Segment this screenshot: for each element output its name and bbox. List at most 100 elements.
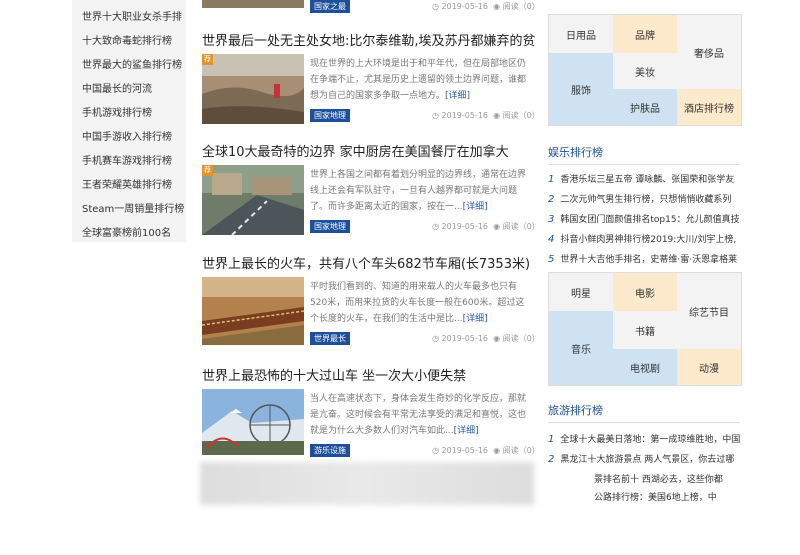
article-meta: ◷ 2019-05-16 ◉ 阅读（0） <box>432 2 540 11</box>
desert-image <box>202 54 304 124</box>
category-cell[interactable]: 动漫 <box>677 349 741 385</box>
rank-number: 1 <box>548 434 555 445</box>
ranking-item[interactable]: 3 韩国女团门面颜值排名top15：允儿颜值真技 <box>548 212 740 225</box>
rank-text: 公路排行榜：美国6地上榜，中 <box>594 493 717 503</box>
rollercoaster-image <box>202 389 304 455</box>
category-cell[interactable]: 奢侈品 <box>677 15 741 89</box>
category-cell[interactable]: 电影 <box>613 273 677 311</box>
category-cell[interactable]: 日用品 <box>549 15 613 53</box>
left-nav-item[interactable]: 全球富豪榜前100名 <box>82 224 171 239</box>
article-list: 国家之最 ◷ 2019-05-16 ◉ 阅读（0） 世界最后一处无主处女地:比尔… <box>200 0 540 505</box>
left-nav-item[interactable]: 手机赛车游戏排行榜 <box>82 152 172 167</box>
category-cell[interactable]: 护肤品 <box>613 89 677 125</box>
left-nav: 世界十大职业女杀手排 十大致命毒蛇排行榜 世界最大的鲨鱼排行榜 中国最长的河流 … <box>72 0 186 242</box>
rank-text: 韩国女团门面颜值排名top15：允儿颜值真技 <box>560 215 740 225</box>
article-excerpt: 现在世界的上大环境是出于和平年代，但在局部地区仍在争端不止，尤其是历史上遗留的领… <box>310 56 530 104</box>
left-nav-item[interactable]: 世界十大职业女杀手排 <box>82 8 182 23</box>
rank-number: 5 <box>548 254 555 265</box>
article-date: 2019-05-16 <box>441 334 489 343</box>
article-excerpt-text: 世界上各国之间都有着划分明显的边界线，通常在边界线上还会有军队驻守，一旦有人越界… <box>310 170 527 212</box>
article-meta: ◷ 2019-05-16 ◉ 阅读（0） <box>432 446 540 455</box>
recommend-badge: 荐 <box>202 54 213 65</box>
article-tag[interactable]: 国家之最 <box>310 0 350 13</box>
street-image <box>202 165 304 235</box>
ranking-item[interactable]: 1 香港乐坛三星五帝 谭咏麟、张国荣和张学友 <box>548 172 740 185</box>
rank-number: 2 <box>548 194 555 205</box>
article-more-link[interactable]: [详细] <box>463 314 488 324</box>
rank-number: 4 <box>548 234 555 245</box>
article-excerpt: 当人在高速状态下，身体会发生奇妙的化学反应，那就是亢奋。这时候会有平常无法享受的… <box>310 391 530 439</box>
ranking-item[interactable]: 景排名前十 西湖必去，这些你都 <box>548 472 780 485</box>
category-cell[interactable]: 音乐 <box>549 311 613 385</box>
article-more-link[interactable]: [详细] <box>445 91 470 101</box>
article-tag[interactable]: 国家地理 <box>310 109 350 122</box>
article-date: 2019-05-16 <box>441 2 489 11</box>
left-nav-item[interactable]: 世界最大的鲨鱼排行榜 <box>82 56 182 71</box>
article-thumbnail[interactable] <box>202 0 304 8</box>
article-excerpt-text: 当人在高速状态下，身体会发生奇妙的化学反应，那就是亢奋。这时候会有平常无法享受的… <box>310 394 527 436</box>
ranking-item[interactable]: 公路排行榜：美国6地上榜，中 <box>548 490 780 503</box>
article-title[interactable]: 世界上最恐怖的十大过山车 坐一次大小便失禁 <box>202 365 466 384</box>
article-thumbnail[interactable]: 荐 <box>202 165 304 235</box>
category-cell[interactable]: 明星 <box>549 273 613 311</box>
category-cell[interactable]: 美妆 <box>613 53 677 89</box>
category-cell[interactable]: 酒店排行榜 <box>677 89 741 125</box>
category-grid: 明星 电影 综艺节目 音乐 书籍 电视剧 动漫 <box>548 272 742 386</box>
ranking-item[interactable]: 4 抖音小鲜肉男神排行榜2019:大川/刘宇上榜, <box>548 232 740 245</box>
article-more-link[interactable]: [详细] <box>463 202 488 212</box>
article-title[interactable]: 世界最后一处无主处女地:比尔泰维勒,埃及苏丹都嫌弃的贫 <box>202 30 536 49</box>
article-meta: ◷ 2019-05-16 ◉ 阅读（0） <box>432 334 540 343</box>
left-nav-item[interactable]: 十大致命毒蛇排行榜 <box>82 32 172 47</box>
article-title[interactable]: 全球10大最奇特的边界 家中厨房在美国餐厅在加拿大 <box>202 141 509 160</box>
right-sidebar: 日用品 品牌 奢侈品 服饰 美妆 护肤品 酒店排行榜 娱乐排行榜 1 香港乐坛三星… <box>548 0 742 505</box>
rank-number: 3 <box>548 214 555 225</box>
train-image <box>202 277 304 345</box>
left-nav-item[interactable]: Steam一周销量排行榜 <box>82 200 184 215</box>
article-thumbnail[interactable] <box>202 389 304 459</box>
rank-text: 景排名前十 西湖必去，这些你都 <box>594 475 723 485</box>
left-nav-item[interactable]: 王者荣耀英雄排行榜 <box>82 176 172 191</box>
left-nav-item[interactable]: 中国手游收入排行榜 <box>82 128 172 143</box>
rank-number: 1 <box>548 174 555 185</box>
article-excerpt-text: 平时我们看到的、知道的用来载人的火车最多也只有520米，而用来拉货的火车长度一般… <box>310 282 525 324</box>
ranking-item[interactable]: 1 全球十大最美日落地：第一成琼维胜地，中国 <box>548 432 740 445</box>
article-views: 阅读（0） <box>502 222 540 231</box>
category-cell[interactable]: 书籍 <box>613 311 677 349</box>
category-cell[interactable]: 电视剧 <box>613 349 677 385</box>
article-views: 阅读（0） <box>502 334 540 343</box>
article-title[interactable]: 世界上最长的火车，共有八个车头682节车厢(长7353米) <box>202 253 530 272</box>
article-tag[interactable]: 世界最长 <box>310 332 350 345</box>
article-views: 阅读（0） <box>502 111 540 120</box>
recommend-badge: 荐 <box>202 165 213 176</box>
article-date: 2019-05-16 <box>441 446 489 455</box>
rank-text: 黑龙江十大旅游景点 两人气景区，你去过哪 <box>560 455 735 465</box>
ranking-item[interactable]: 2 黑龙江十大旅游景点 两人气景区，你去过哪 <box>548 452 740 465</box>
ranking-item[interactable]: 2 二次元帅气男生排行榜，只想悄悄收藏系列 <box>548 192 740 205</box>
rank-text: 抖音小鲜肉男神排行榜2019:大川/刘宇上榜, <box>560 235 737 245</box>
article-views: 阅读（0） <box>502 446 540 455</box>
blurred-content <box>200 462 534 505</box>
section-title[interactable]: 娱乐排行榜 <box>548 144 740 165</box>
section-title[interactable]: 旅游排行榜 <box>548 402 740 423</box>
article-thumbnail[interactable]: 荐 <box>202 54 304 124</box>
article-partial: 国家之最 ◷ 2019-05-16 ◉ 阅读（0） <box>200 0 540 14</box>
rank-number: 2 <box>548 454 555 465</box>
article-excerpt: 平时我们看到的、知道的用来载人的火车最多也只有520米，而用来拉货的火车长度一般… <box>310 279 530 327</box>
article-tag[interactable]: 国家地理 <box>310 220 350 233</box>
article-more-link[interactable]: [详细] <box>454 426 479 436</box>
category-cell[interactable]: 服饰 <box>549 53 613 125</box>
article-meta: ◷ 2019-05-16 ◉ 阅读（0） <box>432 222 540 231</box>
left-nav-item[interactable]: 中国最长的河流 <box>82 80 152 95</box>
category-cell[interactable]: 综艺节目 <box>677 273 741 349</box>
article-date: 2019-05-16 <box>441 222 489 231</box>
left-nav-item[interactable]: 手机游戏排行榜 <box>82 104 152 119</box>
article-item: 世界上最恐怖的十大过山车 坐一次大小便失禁 当人在高速状态下，身体会发生奇妙的化… <box>200 365 540 555</box>
ranking-item[interactable]: 5 世界十大吉他手排名，史蒂维·雷·沃恩拿格莱 <box>548 252 740 265</box>
article-tag[interactable]: 游乐设施 <box>310 444 350 457</box>
category-cell[interactable]: 品牌 <box>613 15 677 53</box>
article-excerpt: 世界上各国之间都有着划分明显的边界线，通常在边界线上还会有军队驻守，一旦有人越界… <box>310 167 530 215</box>
article-views: 阅读（0） <box>502 2 540 11</box>
article-meta: ◷ 2019-05-16 ◉ 阅读（0） <box>432 111 540 120</box>
article-thumbnail[interactable] <box>202 277 304 347</box>
rank-text: 二次元帅气男生排行榜，只想悄悄收藏系列 <box>560 195 732 205</box>
